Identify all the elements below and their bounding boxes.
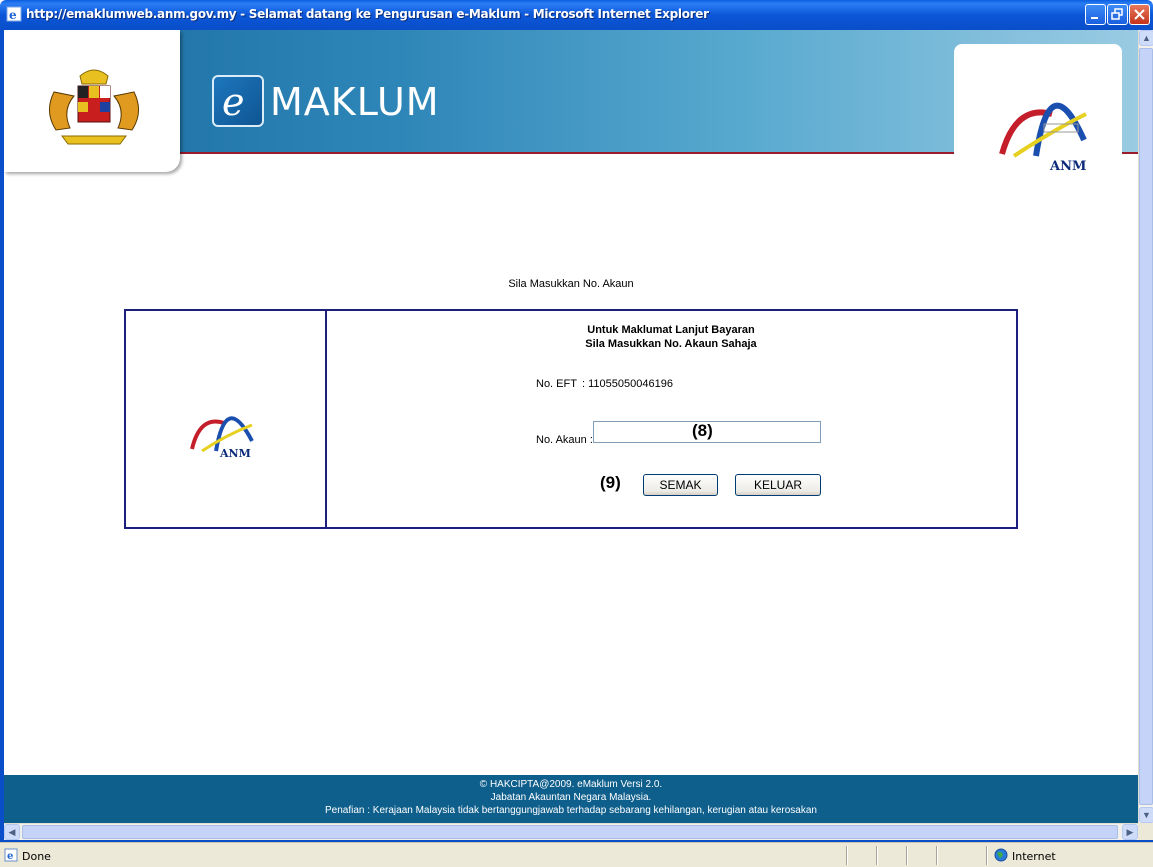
form-heading: Untuk Maklumat Lanjut Bayaran Sila Masuk…	[326, 323, 1016, 351]
crest-panel	[4, 30, 180, 172]
close-button[interactable]	[1129, 4, 1150, 25]
svg-text:e: e	[222, 80, 245, 124]
restore-icon	[1111, 8, 1123, 20]
account-prompt: Sila Masukkan No. Akaun	[508, 278, 634, 290]
footer-disclaimer: Penafian : Kerajaan Malaysia tidak berta…	[324, 805, 817, 816]
scroll-left-button[interactable]: ◀	[4, 824, 20, 840]
svg-text:ANM: ANM	[219, 447, 251, 459]
site-footer: © HAKCIPTA@2009. eMaklum Versi 2.0. Jaba…	[4, 775, 1138, 823]
status-text: Done	[22, 850, 51, 863]
heading-line-2: Sila Masukkan No. Akaun Sahaja	[585, 338, 757, 350]
horizontal-scroll-thumb[interactable]	[22, 825, 1118, 839]
coat-of-arms-icon	[49, 69, 139, 145]
status-bar: e Done Internet	[0, 842, 1153, 867]
scrollbar-corner	[1138, 823, 1153, 840]
window-title-bar[interactable]: e http://emaklumweb.anm.gov.my - Selamat…	[0, 0, 1153, 30]
minimize-icon	[1091, 17, 1098, 19]
eft-label: No. EFT	[536, 378, 577, 390]
page-viewport: e MAKLUM ANM Sila Masukkan No. Akaun ANM…	[4, 30, 1138, 823]
annotation-9: (9)	[600, 473, 621, 492]
close-icon	[1134, 9, 1145, 20]
security-zone: Internet	[1012, 850, 1056, 863]
globe-icon	[994, 848, 1008, 862]
svg-text:e: e	[9, 8, 17, 22]
account-form-box: ANM Untuk Maklumat Lanjut Bayaran Sila M…	[124, 309, 1018, 529]
anm-logo-panel: ANM	[954, 44, 1122, 176]
heading-line-1: Untuk Maklumat Lanjut Bayaran	[587, 324, 755, 336]
status-separator	[936, 846, 938, 865]
horizontal-scrollbar[interactable]: ◀ ▶	[4, 823, 1138, 840]
status-separator	[876, 846, 878, 865]
restore-button[interactable]	[1107, 4, 1128, 25]
svg-text:ANM: ANM	[1049, 159, 1086, 174]
emaklum-logo-icon: e	[212, 75, 264, 127]
vertical-scrollbar[interactable]: ▲ ▼	[1138, 30, 1153, 823]
annotation-8: (8)	[692, 421, 713, 440]
status-separator	[906, 846, 908, 865]
akaun-label: No. Akaun :	[536, 434, 593, 446]
status-separator	[986, 846, 988, 865]
semak-button[interactable]: SEMAK	[643, 474, 718, 496]
small-anm-logo-icon: ANM	[190, 416, 254, 459]
page-done-icon: e	[4, 848, 18, 862]
ie-icon: e	[6, 6, 22, 22]
keluar-button[interactable]: KELUAR	[735, 474, 821, 496]
footer-copyright: © HAKCIPTA@2009. eMaklum Versi 2.0.	[479, 779, 663, 790]
anm-logo-icon: ANM	[999, 102, 1087, 174]
brand-name: MAKLUM	[270, 80, 440, 124]
scroll-up-button[interactable]: ▲	[1139, 30, 1153, 46]
scroll-right-button[interactable]: ▶	[1122, 824, 1138, 840]
status-separator	[846, 846, 848, 865]
minimize-button[interactable]	[1085, 4, 1106, 25]
svg-text:e: e	[7, 851, 13, 862]
window-title: http://emaklumweb.anm.gov.my - Selamat d…	[26, 7, 709, 21]
scroll-down-button[interactable]: ▼	[1139, 807, 1153, 823]
eft-value: : 11055050046196	[582, 378, 673, 390]
vertical-scroll-thumb[interactable]	[1139, 48, 1153, 805]
footer-agency: Jabatan Akauntan Negara Malaysia.	[490, 792, 652, 803]
